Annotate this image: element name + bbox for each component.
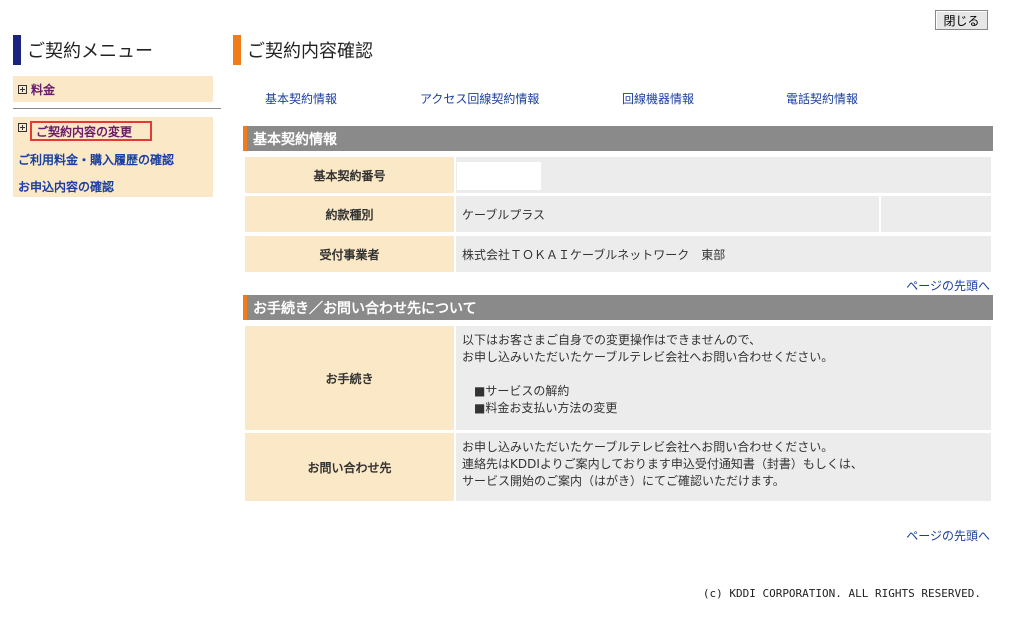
table-row: お手続き 以下はお客さまご自身での変更操作はできませんので、お申し込みいただいた… (245, 326, 991, 430)
row-value: 以下はお客さまご自身での変更操作はできませんので、お申し込みいただいたケーブルテ… (456, 326, 991, 430)
row-value: お申し込みいただいたケーブルテレビ会社へお問い合わせください。連絡先はKDDIよ… (456, 433, 991, 501)
section-header-basic: 基本契約情報 (243, 126, 993, 151)
procedure-text: 以下はお客さまご自身での変更操作はできませんので、お申し込みいただいたケーブルテ… (462, 326, 833, 417)
row-value: ケーブルプラス (456, 196, 879, 232)
row-value: 株式会社ＴＯＫＡＩケーブルネットワーク 東部 (456, 236, 991, 272)
tab-basic-contract[interactable]: 基本契約情報 (265, 90, 337, 107)
copyright: (c) KDDI CORPORATION. ALL RIGHTS RESERVE… (702, 587, 981, 600)
sidebar-item-application[interactable]: お申込内容の確認 (18, 178, 114, 195)
tab-line-equipment[interactable]: 回線機器情報 (622, 90, 694, 107)
expand-icon[interactable] (18, 123, 27, 132)
text-line: お申し込みいただいたケーブルテレビ会社へお問い合わせください。 (462, 440, 834, 454)
page-top-link[interactable]: ページの先頭へ (906, 277, 990, 294)
text-line: 以下はお客さまご自身での変更操作はできませんので、 (462, 333, 762, 347)
section-header-procedures: お手続き／お問い合わせ先について (243, 295, 993, 320)
text-line: 連絡先はKDDIよりご案内しております申込受付通知書（封書）もしくは、 (462, 457, 863, 471)
sidebar-item-change[interactable]: ご契約内容の変更 (30, 121, 152, 141)
sidebar-item-history[interactable]: ご利用料金・購入履歴の確認 (18, 151, 174, 168)
expand-icon[interactable] (18, 84, 27, 94)
contact-text: お申し込みいただいたケーブルテレビ会社へお問い合わせください。連絡先はKDDIよ… (462, 433, 863, 490)
table-row: 受付事業者 株式会社ＴＯＫＡＩケーブルネットワーク 東部 (245, 236, 991, 272)
text-line: サービス開始のご案内（はがき）にてご確認いただけます。 (462, 474, 785, 488)
page-title: ご契約内容確認 (233, 35, 533, 65)
text-line (462, 366, 833, 383)
sidebar-divider (13, 108, 221, 109)
contract-number-field (457, 162, 541, 190)
sidebar-title: ご契約メニュー (13, 35, 213, 65)
text-line: ■料金お支払い方法の変更 (462, 401, 618, 415)
tab-access-line[interactable]: アクセス回線契約情報 (420, 90, 539, 107)
text-line: お申し込みいただいたケーブルテレビ会社へお問い合わせください。 (462, 350, 834, 364)
tab-phone-contract[interactable]: 電話契約情報 (786, 90, 858, 107)
text-line: ■サービスの解約 (462, 384, 570, 398)
table-row: 約款種別 ケーブルプラス (245, 196, 991, 232)
sidebar-item-fee-label[interactable]: 料金 (31, 81, 55, 98)
sidebar-item-fee[interactable]: 料金 (13, 76, 213, 102)
table-row: 基本契約番号 (245, 157, 991, 193)
close-button[interactable]: 閉じる (935, 10, 988, 30)
row-label: お手続き (245, 326, 454, 430)
row-label: 基本契約番号 (245, 157, 454, 193)
row-extra-cell (881, 196, 991, 232)
row-label: お問い合わせ先 (245, 433, 454, 501)
row-label: 約款種別 (245, 196, 454, 232)
sidebar-item-change-label[interactable]: ご契約内容の変更 (36, 123, 132, 140)
table-row: お問い合わせ先 お申し込みいただいたケーブルテレビ会社へお問い合わせください。連… (245, 433, 991, 501)
row-label: 受付事業者 (245, 236, 454, 272)
page-top-link[interactable]: ページの先頭へ (906, 527, 990, 544)
